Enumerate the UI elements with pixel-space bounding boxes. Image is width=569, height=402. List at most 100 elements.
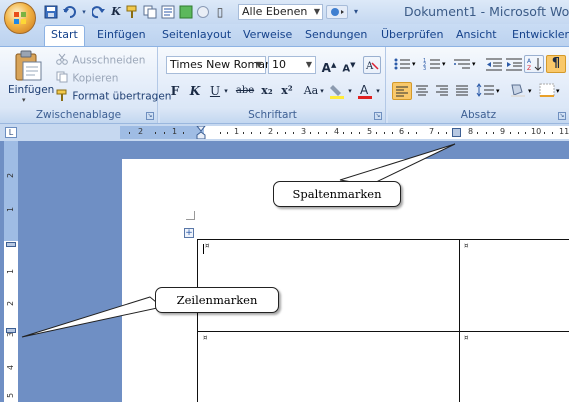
horizontal-ruler[interactable]: 2 1 1 2 3 4 5 6 7 8 9 10 11 [120,126,569,139]
clipboard-launcher-icon[interactable]: ↘ [146,112,154,120]
grow-font-button[interactable]: A▲ [320,56,338,75]
tab-entwicklertools[interactable]: Entwicklerto [512,28,569,41]
tab-verweise[interactable]: Verweise [243,28,292,41]
font-launcher-icon[interactable]: ↘ [374,112,382,120]
tab-ueberpruefen[interactable]: Überprüfen [381,28,443,41]
circle-icon[interactable] [196,5,210,19]
font-name-select[interactable]: Times New Roman ▼ [166,56,272,74]
line-spacing-icon[interactable] [476,82,496,100]
ruler-number: 4 [334,127,340,136]
numbering-icon[interactable]: 123 [422,55,442,73]
multilevel-dropdown-icon[interactable]: ▾ [472,55,480,73]
bullets-icon[interactable] [392,55,412,73]
clipboard-group-label: Zwischenablage [0,107,157,123]
multilevel-list-icon[interactable] [452,55,472,73]
ruler-bar: L 2 1 1 2 3 4 5 6 7 8 9 10 11 [0,124,569,141]
shading-icon[interactable] [508,82,528,100]
title-bar: ▾ K ▯ Alle Ebenen ▼ ▾ Dokument1 - Micros… [0,0,569,24]
ruler-number: 9 [500,127,506,136]
copy-quick-icon[interactable] [143,5,157,19]
ruler-number: 3 [301,127,307,136]
font-color-icon[interactable]: A [356,82,374,100]
pilcrow-icon: ¶ [551,56,561,71]
paragraph-launcher-icon[interactable]: ↘ [558,112,566,120]
font-size-select[interactable]: 10 ▼ [268,56,316,74]
format-painter-button[interactable]: Format übertragen [56,89,171,104]
undo-icon[interactable] [62,5,78,19]
sort-icon[interactable]: AZ [524,55,544,73]
paste-label: Einfügen [8,84,55,96]
italic-quick-icon[interactable]: K [109,5,123,19]
ruler-number: 11 [559,127,569,136]
clipboard-group: Einfügen ▾ Ausschneiden Kopieren Format … [0,47,171,123]
shading-dropdown-icon[interactable]: ▾ [528,82,536,100]
paintbrush-icon [56,89,69,104]
layer-select-value: Alle Ebenen [242,5,308,18]
line-spacing-dropdown-icon[interactable]: ▾ [496,82,504,100]
green-table-icon[interactable] [179,5,193,19]
new-doc-icon[interactable]: ▯ [213,5,227,19]
tab-seitenlayout[interactable]: Seitenlayout [162,28,231,41]
superscript-button[interactable]: x² [278,82,296,100]
strikethrough-button[interactable]: abe [234,82,256,100]
copy-icon [56,71,69,86]
align-left-button[interactable] [392,82,412,100]
ruler-number: 10 [531,127,542,136]
format-painter-quick-icon[interactable] [125,5,139,19]
justify-icon[interactable] [453,82,473,100]
borders-dropdown-icon[interactable]: ▾ [556,82,564,100]
bold-button[interactable]: F [166,82,184,100]
indent-marker-icon[interactable] [196,126,206,139]
undo-dropdown-icon[interactable]: ▾ [80,5,88,19]
save-icon[interactable] [44,5,58,19]
copy-label: Kopieren [72,72,119,85]
chevron-down-icon: ▼ [305,60,312,69]
font-color-dropdown-icon[interactable]: ▾ [374,82,382,100]
customize-qat-icon[interactable]: ▾ [351,5,361,19]
ruler-number: 5 [367,127,373,136]
office-logo-icon [14,12,26,24]
align-center-icon[interactable] [413,82,433,100]
shrink-font-button[interactable]: A▼ [340,56,358,74]
clear-formatting-icon[interactable]: A [363,56,381,74]
navigate-icon[interactable] [326,5,348,19]
cut-label: Ausschneiden [72,54,146,67]
italic-button[interactable]: K [186,82,204,100]
highlight-icon[interactable] [328,82,346,100]
svg-text:A: A [527,58,532,65]
tab-sendungen[interactable]: Sendungen [305,28,367,41]
copy-button[interactable]: Kopieren [56,71,118,86]
paste-icon [15,50,42,81]
tab-start[interactable]: Start [44,25,85,46]
column-marker[interactable] [452,128,461,137]
decrease-indent-icon[interactable] [484,55,504,73]
paragraph-group: ▾ 123 ▾ ▾ AZ ¶ ▾ ▾ ▾ Absatz ↘ [388,47,569,123]
column-markers-callout: Spaltenmarken [273,181,401,207]
redo-icon[interactable] [91,5,106,19]
tab-selector[interactable]: L [5,127,17,138]
subscript-button[interactable]: x₂ [258,82,276,100]
office-button[interactable] [4,2,36,34]
layer-select[interactable]: Alle Ebenen ▼ [238,4,323,20]
show-formatting-button[interactable]: ¶ [546,55,566,73]
text-block-icon[interactable] [161,5,175,19]
borders-icon[interactable] [538,82,558,100]
svg-text:A: A [360,83,369,97]
ruler-number: 1 [172,127,178,136]
bullets-dropdown-icon[interactable]: ▾ [412,55,420,73]
paragraph-group-label: Absatz [388,107,569,123]
change-case-dropdown-icon[interactable]: ▾ [318,82,326,100]
tab-einfuegen[interactable]: Einfügen [97,28,146,41]
word-window: ▾ K ▯ Alle Ebenen ▼ ▾ Dokument1 - Micros… [0,0,569,402]
highlight-dropdown-icon[interactable]: ▾ [346,82,354,100]
cut-button[interactable]: Ausschneiden [56,53,145,68]
increase-indent-icon[interactable] [504,55,524,73]
ribbon-tabs: Start Einfügen Seitenlayout Verweise Sen… [0,24,569,46]
align-right-icon[interactable] [433,82,453,100]
font-size-value: 10 [272,58,286,71]
paste-button[interactable]: Einfügen ▾ [8,50,54,104]
ruler-number: 1 [234,127,240,136]
underline-dropdown-icon[interactable]: ▾ [222,82,230,100]
tab-ansicht[interactable]: Ansicht [456,28,497,41]
numbering-dropdown-icon[interactable]: ▾ [442,55,450,73]
